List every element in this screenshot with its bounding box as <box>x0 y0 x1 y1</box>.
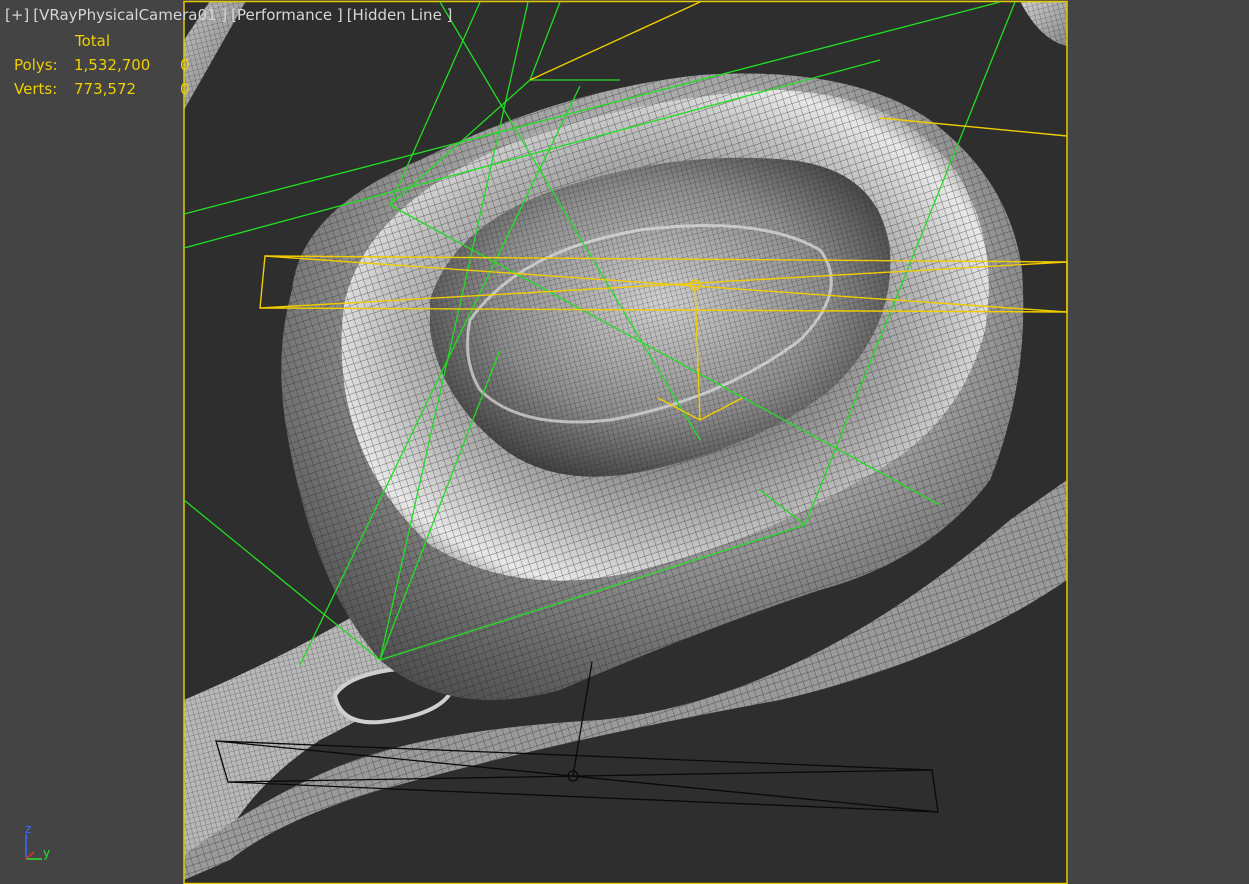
stats-polys-label: Polys: <box>14 56 58 74</box>
statistics-overlay: Total Polys: 1,532,700 0 Verts: 773,572 … <box>14 32 194 104</box>
stats-polys-total: 1,532,700 <box>74 56 151 74</box>
viewport[interactable]: [+] [VRayPhysicalCamera01 ] [Performance ]… <box>0 0 1249 884</box>
axis-y-label: y <box>43 846 50 860</box>
viewport-performance-menu[interactable]: [Performance ] <box>231 6 343 24</box>
stats-total-header: Total <box>75 32 111 50</box>
viewport-camera-menu[interactable]: [VRayPhysicalCamera01 ] <box>33 6 227 24</box>
stats-polys-selected: 0 <box>180 56 190 74</box>
viewport-plus-menu[interactable]: [+] <box>5 6 29 24</box>
stats-verts-label: Verts: <box>14 80 58 98</box>
axis-z-label: z <box>25 822 31 836</box>
stats-header-row: Total <box>14 32 194 56</box>
stats-verts-row: Verts: 773,572 0 <box>14 80 194 104</box>
stats-polys-row: Polys: 1,532,700 0 <box>14 56 194 80</box>
axis-tripod-icon: z y <box>25 822 50 860</box>
stats-verts-selected: 0 <box>180 80 190 98</box>
stats-verts-total: 773,572 <box>74 80 137 98</box>
viewport-scene[interactable] <box>0 0 1249 884</box>
viewport-shading-menu[interactable]: [Hidden Line ] <box>347 6 453 24</box>
viewport-label-bar: [+] [VRayPhysicalCamera01 ] [Performance ]… <box>5 6 456 24</box>
